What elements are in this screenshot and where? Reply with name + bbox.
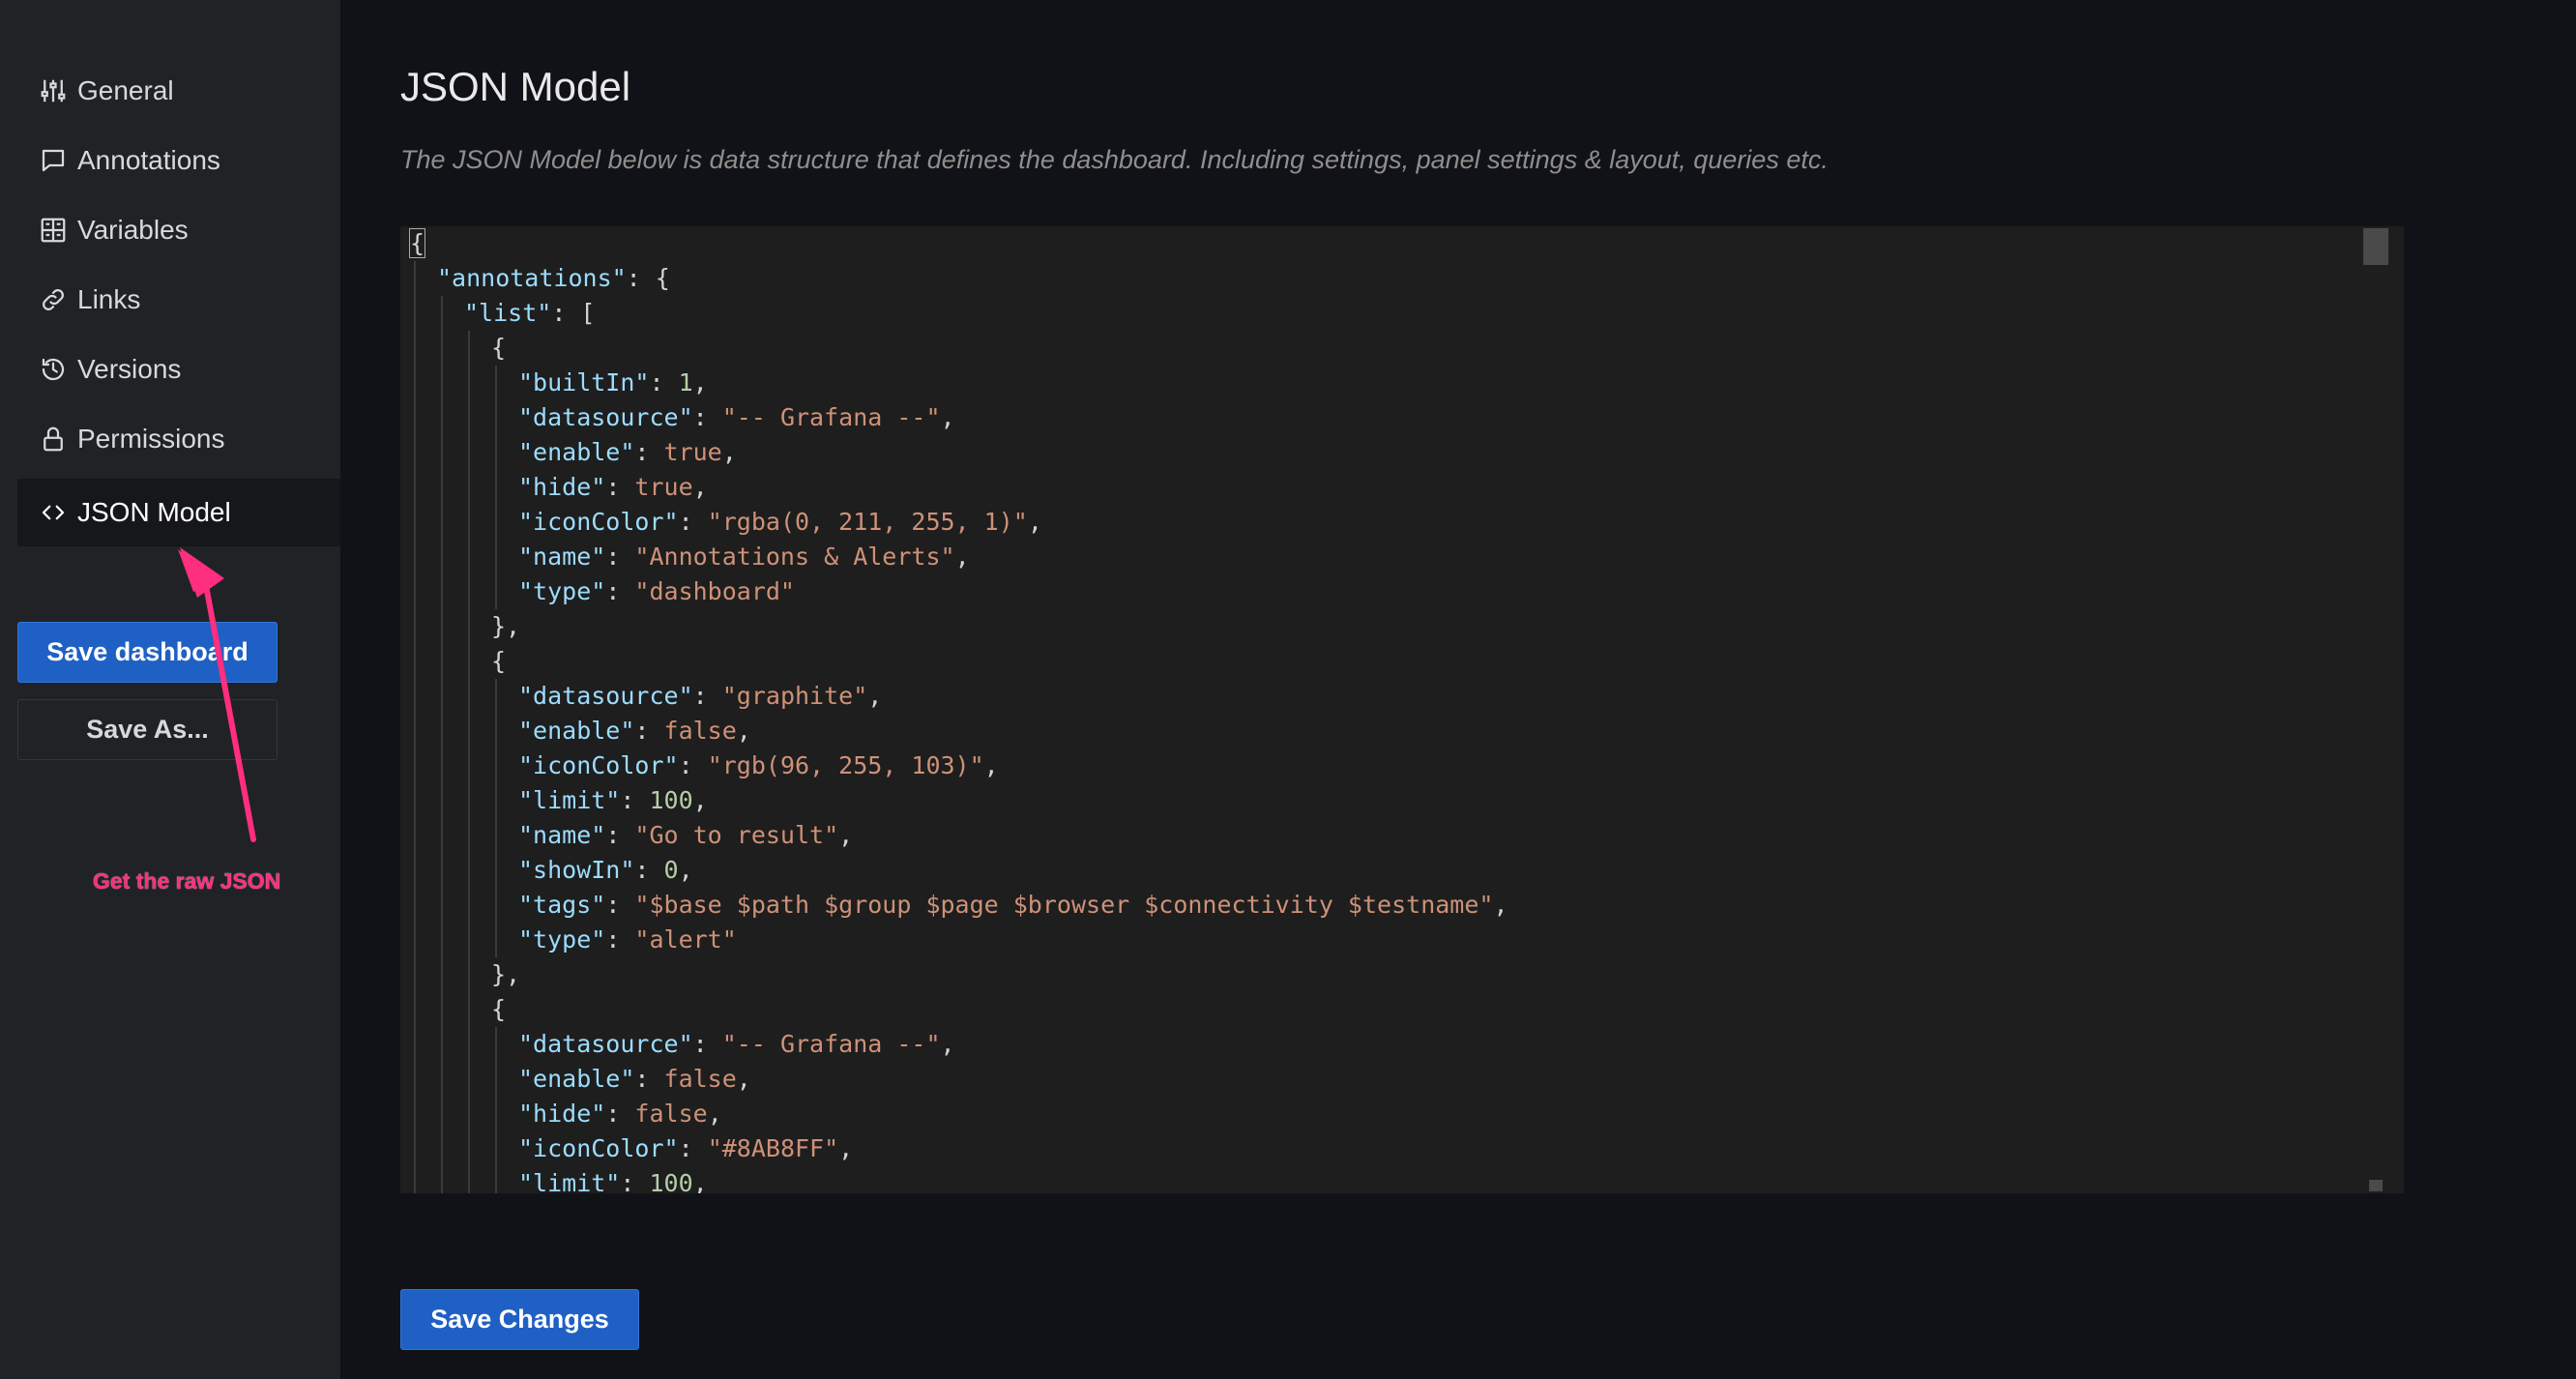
annotation-label: Get the raw JSON xyxy=(93,868,281,894)
annotation-arrow xyxy=(178,547,256,842)
app-root: General Annotations Variables Links Vers… xyxy=(0,0,2576,1379)
